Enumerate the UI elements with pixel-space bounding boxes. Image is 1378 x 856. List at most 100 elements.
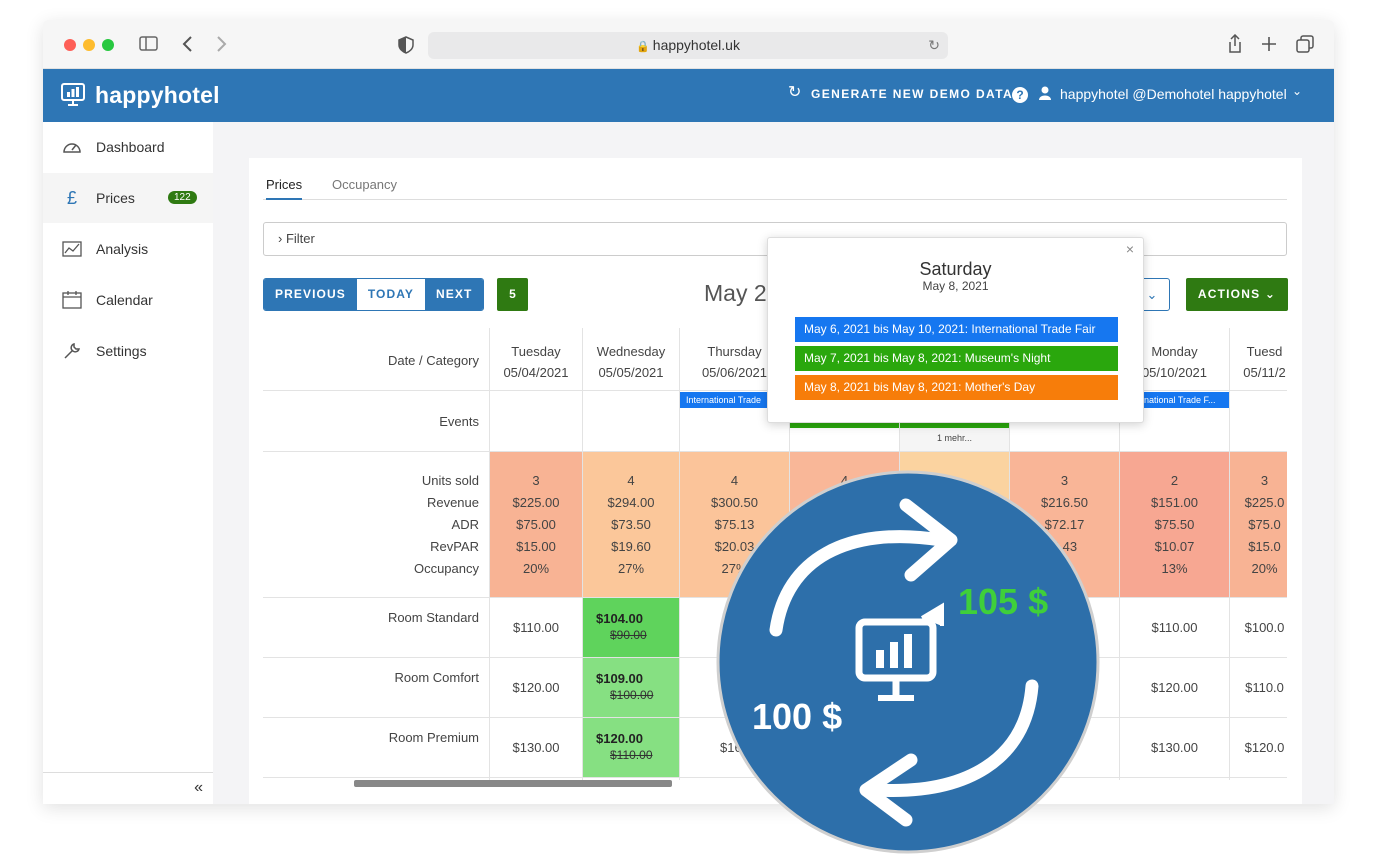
date-category-header: Date / Category <box>263 328 489 391</box>
days-count-button[interactable]: 5 <box>497 278 528 311</box>
tab-occupancy[interactable]: Occupancy <box>332 177 397 192</box>
new-price: $109.00 <box>596 671 643 686</box>
stat-value: $15.0 <box>1248 539 1281 554</box>
old-price-label: 100 $ <box>752 696 842 737</box>
refresh-icon[interactable]: ↻ <box>788 82 801 102</box>
date-nav-group: PREVIOUS TODAY NEXT <box>263 278 485 311</box>
filter-label: Filter <box>285 231 315 246</box>
more-events-link[interactable]: 1 mehr... <box>900 433 1009 443</box>
sidebar-item-calendar[interactable]: Calendar <box>43 275 213 325</box>
stats-cell[interactable]: 2 $151.00 $75.50 $10.07 13% <box>1120 452 1229 598</box>
day-header[interactable]: Wednesday 05/05/2021 <box>583 328 679 391</box>
stat-value: $294.00 <box>607 495 655 510</box>
help-icon[interactable]: ? <box>1012 87 1028 103</box>
stat-value: 20% <box>522 561 550 576</box>
close-icon[interactable]: × <box>1126 241 1134 257</box>
sidebar-item-dashboard[interactable]: Dashboard <box>43 122 213 172</box>
stat-value: 13% <box>1161 561 1188 576</box>
popup-event-trade-fair[interactable]: May 6, 2021 bis May 10, 2021: Internatio… <box>795 317 1118 342</box>
stat-value: $15.00 <box>516 539 556 554</box>
events-cell[interactable] <box>583 391 679 452</box>
room-price-cell[interactable]: $110.00 <box>1120 598 1229 658</box>
chevron-down-icon[interactable]: ⌄ <box>1292 84 1302 98</box>
room-price-cell[interactable]: $104.00 $90.00 <box>583 598 679 658</box>
room-price-cell[interactable]: $120.00 <box>1120 658 1229 718</box>
tab-prices[interactable]: Prices <box>266 177 303 200</box>
popup-event-mothers-day[interactable]: May 8, 2021 bis May 8, 2021: Mother's Da… <box>795 375 1118 400</box>
events-row-label: Events <box>263 391 489 452</box>
row-label-column: Date / Category Events Units sold Revenu… <box>263 328 490 780</box>
next-button[interactable]: NEXT <box>425 279 484 310</box>
month-title: May 2 <box>704 280 767 306</box>
stat-value: 4 <box>627 473 635 488</box>
events-cell[interactable] <box>490 391 582 452</box>
day-column: Tuesd 05/11/2 3 $225.0 $75.0 $15.0 20% $100.0 $1… <box>1230 328 1287 780</box>
stat-value: $19.60 <box>611 539 651 554</box>
day-column: Wednesday 05/05/2021 4 $294.00 $73.50 $19.60 2… <box>583 328 680 780</box>
sidebar-item-prices[interactable]: £ Prices 122 <box>43 173 213 223</box>
day-column: Tuesday 05/04/2021 3 $225.00 $75.00 $15.00 20%… <box>490 328 583 780</box>
room-price-cell[interactable]: $120.0 <box>1230 718 1287 778</box>
reload-icon[interactable]: ↻ <box>928 32 940 59</box>
address-bar[interactable]: 🔒 happyhotel.uk ↻ <box>428 32 948 59</box>
old-price: $90.00 <box>610 628 647 642</box>
horizontal-scrollbar[interactable] <box>354 780 672 787</box>
today-button[interactable]: TODAY <box>356 279 426 310</box>
room-price-cell[interactable]: $120.00 $110.00 <box>583 718 679 778</box>
collapse-sidebar-button[interactable]: « <box>43 772 213 804</box>
minimize-window-button[interactable] <box>83 39 95 51</box>
new-price: $120.00 <box>596 731 643 746</box>
day-header[interactable]: Tuesday 05/04/2021 <box>490 328 582 391</box>
room-price-cell[interactable]: $130.00 <box>1120 718 1229 778</box>
new-price: $104.00 <box>596 611 643 626</box>
sidebar-item-settings[interactable]: Settings <box>43 326 213 376</box>
room-price-cell[interactable]: $120.00 <box>490 658 582 718</box>
popup-event-museums-night[interactable]: May 7, 2021 bis May 8, 2021: Museum's Ni… <box>795 346 1118 371</box>
room-price-cell[interactable]: $110.00 <box>490 598 582 658</box>
room-price-cell[interactable]: $109.00 $100.00 <box>583 658 679 718</box>
day-header[interactable]: Tuesd 05/11/2 <box>1230 328 1287 391</box>
generate-demo-data-button[interactable]: GENERATE NEW DEMO DATA <box>811 87 1013 101</box>
room-price-cell[interactable]: $100.0 <box>1230 598 1287 658</box>
stat-value: $75.50 <box>1154 517 1195 532</box>
day-events-popup: × Saturday May 8, 2021 May 6, 2021 bis M… <box>767 237 1144 423</box>
close-window-button[interactable] <box>64 39 76 51</box>
sidebar-toggle-icon[interactable] <box>139 35 159 53</box>
sidebar-item-analysis[interactable]: Analysis <box>43 224 213 274</box>
stats-cell[interactable]: 3 $225.00 $75.00 $15.00 20% <box>490 452 582 598</box>
new-price-label: 105 $ <box>958 581 1048 622</box>
app-header: happyhotel ↻ GENERATE NEW DEMO DATA ? ha… <box>43 69 1334 122</box>
stat-value: $10.07 <box>1154 539 1195 554</box>
zoom-window-button[interactable] <box>102 39 114 51</box>
events-cell[interactable] <box>1230 391 1287 452</box>
back-icon[interactable] <box>181 35 195 53</box>
previous-button[interactable]: PREVIOUS <box>264 279 357 310</box>
new-tab-icon[interactable] <box>1261 36 1277 52</box>
sidebar-item-label: Prices <box>96 190 135 206</box>
logo-icon <box>61 83 85 106</box>
room-price-cell[interactable]: $110.0 <box>1230 658 1287 718</box>
stats-cell[interactable]: 3 $225.0 $75.0 $15.0 20% <box>1230 452 1287 598</box>
units-sold-label: Units sold <box>421 473 479 488</box>
sidebar: Dashboard £ Prices 122 Analysis Calendar… <box>43 122 213 804</box>
pound-icon: £ <box>66 188 77 208</box>
day-name: Wednesday <box>596 344 666 359</box>
share-icon[interactable] <box>1227 34 1243 54</box>
day-date: 05/05/2021 <box>598 365 664 380</box>
room-comfort-label: Room Comfort <box>263 658 489 718</box>
sidebar-item-label: Settings <box>96 343 147 359</box>
occupancy-label: Occupancy <box>413 561 479 576</box>
chevron-right-icon: › <box>278 231 286 246</box>
actions-button[interactable]: ACTIONS ⌄ <box>1186 278 1288 311</box>
room-price-cell[interactable]: $130.00 <box>490 718 582 778</box>
lock-icon: 🔒 <box>636 41 653 53</box>
forward-icon[interactable] <box>214 35 228 53</box>
stat-value: $75.00 <box>516 517 556 532</box>
price-sync-badge: 105 $ 100 $ <box>716 470 1100 854</box>
user-menu[interactable]: happyhotel @Demohotel happyhotel <box>1060 86 1287 102</box>
adr-label: ADR <box>451 517 479 532</box>
tabs-overview-icon[interactable] <box>1296 35 1314 53</box>
logo-text[interactable]: happyhotel <box>95 82 220 109</box>
stats-cell[interactable]: 4 $294.00 $73.50 $19.60 27% <box>583 452 679 598</box>
shield-icon[interactable] <box>398 36 414 54</box>
